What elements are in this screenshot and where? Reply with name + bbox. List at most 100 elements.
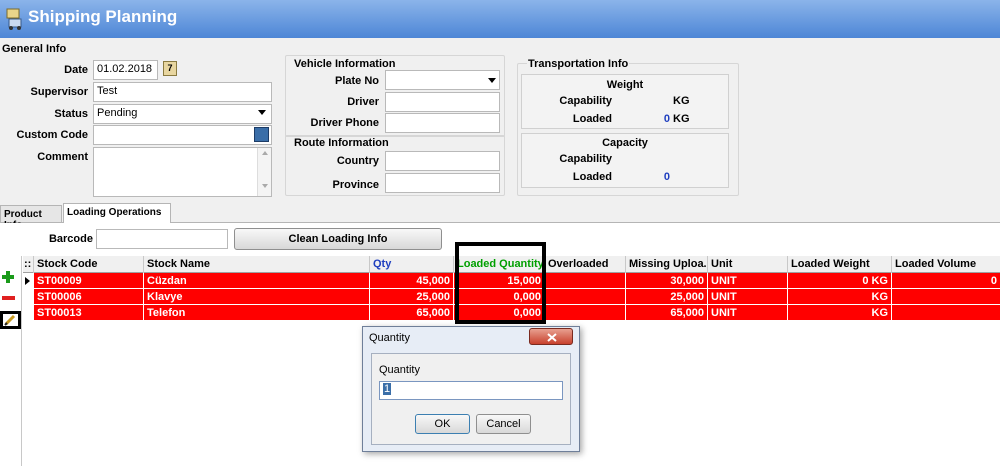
cell-loaded-weight[interactable]: 0 KG — [788, 273, 892, 289]
column-stock-name[interactable]: Stock Name — [144, 256, 370, 273]
grid-drag-handle[interactable]: :: — [23, 256, 34, 273]
plus-icon[interactable] — [1, 270, 15, 284]
route-info-title: Route Information — [293, 137, 390, 149]
country-label: Country — [336, 155, 379, 167]
weight-capability-label: Capability — [559, 95, 612, 107]
cell-missing-uploaded[interactable]: 30,000 — [626, 273, 708, 289]
cell-stock-name[interactable]: Telefon — [144, 305, 370, 321]
supervisor-label: Supervisor — [30, 86, 88, 98]
barcode-field[interactable] — [96, 229, 228, 249]
cell-loaded-volume[interactable]: 0 — [892, 273, 1000, 289]
scroll-down-icon[interactable] — [261, 184, 268, 188]
tab-product-info[interactable]: Product Info — [0, 205, 62, 231]
cell-qty[interactable]: 25,000 — [370, 289, 454, 305]
status-select[interactable]: Pending — [93, 104, 272, 124]
plate-select[interactable] — [385, 70, 500, 90]
cell-overloaded[interactable] — [545, 273, 626, 289]
column-loaded-volume[interactable]: Loaded Volume — [892, 256, 1000, 273]
dialog-body: Quantity 1 OK Cancel — [371, 353, 571, 445]
weight-loaded-value: 0 — [663, 113, 670, 125]
tab-loading-operations[interactable]: Loading Operations — [63, 203, 171, 223]
chevron-down-icon[interactable] — [258, 110, 266, 115]
title-bar: Shipping Planning — [0, 0, 1000, 38]
custom-code-label: Custom Code — [16, 129, 89, 141]
cell-overloaded[interactable] — [545, 305, 626, 321]
quantity-dialog: Quantity Quantity 1 OK Cancel — [362, 326, 580, 452]
country-field[interactable] — [385, 151, 500, 171]
date-label: Date — [64, 64, 88, 76]
column-stock-code[interactable]: Stock Code — [34, 256, 144, 273]
column-loaded-quantity[interactable]: Loaded Quantity — [454, 256, 545, 273]
column-overloaded[interactable]: Overloaded — [545, 256, 626, 273]
cell-unit[interactable]: UNIT — [708, 273, 788, 289]
province-label: Province — [332, 179, 379, 191]
minus-icon[interactable] — [2, 296, 15, 300]
cell-loaded-weight[interactable]: KG — [788, 305, 892, 321]
comment-textarea[interactable] — [93, 147, 272, 197]
capacity-loaded-value: 0 — [663, 171, 670, 183]
weight-capability-unit: KG — [673, 95, 690, 107]
cell-loaded-volume[interactable] — [892, 305, 1000, 321]
supervisor-field[interactable]: Test — [93, 82, 272, 102]
comment-scrollbar[interactable] — [257, 148, 271, 196]
transport-info-title: Transportation Info — [527, 58, 630, 70]
quantity-value: 1 — [383, 383, 392, 395]
capacity-capability-label: Capability — [559, 153, 612, 165]
grid-body: ST00009 Cüzdan 45,000 15,000 30,000 UNIT… — [23, 273, 1000, 322]
province-field[interactable] — [385, 173, 500, 193]
cell-qty[interactable]: 65,000 — [370, 305, 454, 321]
calendar-icon[interactable]: 7 — [163, 61, 177, 76]
dialog-close-button[interactable] — [529, 328, 573, 345]
cell-stock-code[interactable]: ST00009 — [34, 273, 144, 289]
current-row-indicator — [23, 273, 34, 289]
cell-loaded-quantity[interactable]: 0,000 — [454, 289, 545, 305]
plate-label: Plate No — [334, 75, 379, 87]
weight-loaded-label: Loaded — [572, 113, 612, 125]
weight-loaded-unit: KG — [673, 113, 690, 125]
driver-phone-field[interactable] — [385, 113, 500, 133]
scroll-up-icon[interactable] — [261, 151, 268, 155]
cell-unit[interactable]: UNIT — [708, 289, 788, 305]
quantity-input[interactable]: 1 — [379, 381, 563, 400]
clean-loading-info-button[interactable]: Clean Loading Info — [234, 228, 442, 250]
cell-stock-code[interactable]: ST00006 — [34, 289, 144, 305]
general-info-title: General Info — [2, 43, 67, 55]
cell-qty[interactable]: 45,000 — [370, 273, 454, 289]
column-qty[interactable]: Qty — [370, 256, 454, 273]
cell-loaded-weight[interactable]: KG — [788, 289, 892, 305]
cancel-button[interactable]: Cancel — [476, 414, 531, 434]
edit-row-button[interactable] — [0, 311, 21, 329]
driver-field[interactable] — [385, 92, 500, 112]
cell-unit[interactable]: UNIT — [708, 305, 788, 321]
cell-loaded-volume[interactable] — [892, 289, 1000, 305]
row-pointer-icon — [25, 277, 30, 285]
cell-missing-uploaded[interactable]: 65,000 — [626, 305, 708, 321]
table-row[interactable]: ST00009 Cüzdan 45,000 15,000 30,000 UNIT… — [23, 273, 1000, 289]
row-indicator — [23, 305, 34, 321]
app-logo-icon — [6, 8, 22, 30]
row-action-bar — [0, 256, 22, 466]
dialog-title: Quantity — [369, 332, 410, 344]
chevron-down-icon[interactable] — [488, 78, 496, 83]
column-unit[interactable]: Unit — [708, 256, 788, 273]
cell-overloaded[interactable] — [545, 289, 626, 305]
ok-button[interactable]: OK — [415, 414, 470, 434]
table-row[interactable]: ST00013 Telefon 65,000 0,000 65,000 UNIT… — [23, 305, 1000, 321]
date-field[interactable]: 01.02.2018 — [93, 60, 158, 80]
column-missing-uploaded[interactable]: Missing Uploa... — [626, 256, 708, 273]
pencil-icon — [4, 314, 16, 326]
column-loaded-weight[interactable]: Loaded Weight — [788, 256, 892, 273]
capacity-loaded-label: Loaded — [572, 171, 612, 183]
capacity-title: Capacity — [602, 137, 648, 149]
cell-stock-name[interactable]: Klavye — [144, 289, 370, 305]
vehicle-info-title: Vehicle Information — [293, 58, 397, 70]
cell-loaded-quantity[interactable]: 0,000 — [454, 305, 545, 321]
cell-stock-name[interactable]: Cüzdan — [144, 273, 370, 289]
cell-stock-code[interactable]: ST00013 — [34, 305, 144, 321]
cell-missing-uploaded[interactable]: 25,000 — [626, 289, 708, 305]
table-row[interactable]: ST00006 Klavye 25,000 0,000 25,000 UNIT … — [23, 289, 1000, 305]
quantity-label: Quantity — [379, 364, 420, 376]
custom-code-field[interactable] — [93, 125, 272, 145]
lookup-icon[interactable] — [254, 127, 269, 142]
cell-loaded-quantity[interactable]: 15,000 — [454, 273, 545, 289]
